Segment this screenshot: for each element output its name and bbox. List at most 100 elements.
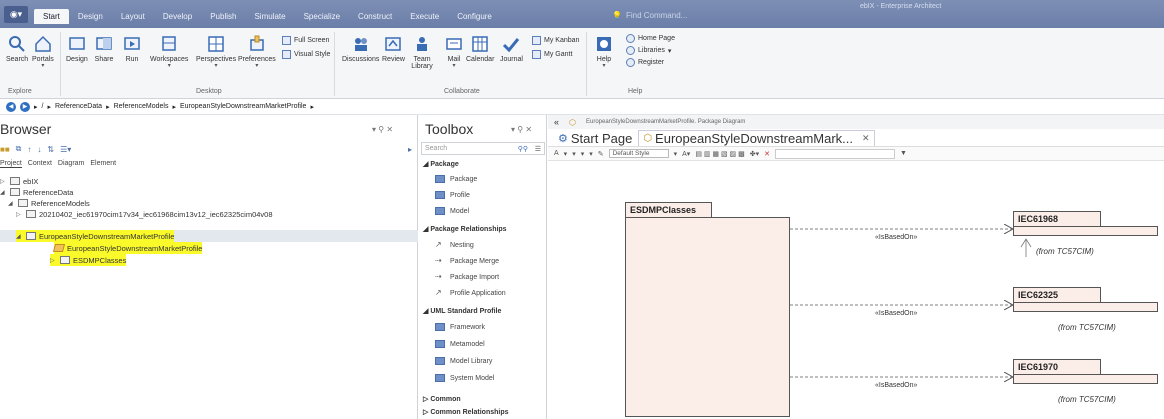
forward-icon[interactable]: ▶	[20, 101, 30, 112]
design-button[interactable]: Design	[66, 34, 88, 63]
menu-icon[interactable]: ☰▾	[60, 145, 71, 154]
calendar-button[interactable]: Calendar	[466, 34, 494, 63]
run-button[interactable]: Run	[122, 34, 142, 63]
iec61970-package[interactable]	[1013, 374, 1158, 384]
breadcrumb-item[interactable]: EuropeanStyleDownstreamMarketProfile	[180, 103, 306, 110]
menu-icon[interactable]: ☰	[535, 145, 541, 153]
app-menu-button[interactable]: ◉▾	[4, 6, 28, 23]
tab-diagram[interactable]: Diagram	[58, 160, 84, 168]
filter-input[interactable]	[775, 148, 895, 159]
tree-item[interactable]: ▷ ESDMPClasses	[50, 254, 127, 266]
toolbox-item-nesting[interactable]: ↗ Nesting	[435, 240, 474, 250]
play-icon[interactable]: ▸	[408, 145, 412, 154]
move-down-icon[interactable]: ↓	[37, 145, 41, 154]
my-kanban-button[interactable]: My Kanban	[532, 36, 579, 45]
register-button[interactable]: Register	[626, 58, 664, 67]
tab-simulate[interactable]: Simulate	[245, 9, 294, 24]
align-icon[interactable]: ▤ ▥ ▦ ▧ ▨ ▩	[695, 150, 744, 158]
layout-icon[interactable]: ✤▾	[750, 150, 759, 158]
tree-item[interactable]: ▷ 20210402_iec61970cim17v34_iec61968cim1…	[16, 208, 273, 220]
close-icon[interactable]: ✕	[862, 133, 870, 144]
toolbox-item-metamodel[interactable]: Metamodel	[435, 340, 485, 348]
workspaces-button[interactable]: Workspaces ▾	[150, 34, 188, 69]
tab-develop[interactable]: Develop	[154, 9, 201, 24]
team-library-button[interactable]: Team Library	[410, 34, 434, 70]
back-icon[interactable]: ◀	[6, 101, 16, 112]
portals-button[interactable]: Portals ▾	[32, 34, 54, 69]
review-button[interactable]: Review	[382, 34, 405, 63]
toolbox-item-framework[interactable]: Framework	[435, 323, 485, 331]
share-button[interactable]: Share	[94, 34, 114, 63]
preferences-button[interactable]: Preferences ▾	[238, 34, 276, 69]
browser-pane-controls[interactable]: ▾ ⚲ ✕	[372, 125, 393, 134]
find-command[interactable]: 💡 Find Command...	[612, 11, 687, 20]
tree-item-selected[interactable]: ◢ EuropeanStyleDownstreamMarketProfile	[16, 230, 175, 242]
toolbox-section-package[interactable]: ◢ Package	[423, 160, 459, 168]
toolbox-item-profile[interactable]: Profile	[435, 191, 470, 199]
tab-start-page[interactable]: ⚙ Start Page	[554, 131, 636, 146]
breadcrumb-item[interactable]: ReferenceModels	[114, 103, 169, 110]
tab-diagram[interactable]: ⬡ EuropeanStyleDownstreamMark... ✕	[638, 130, 875, 146]
toolbox-item-package-import[interactable]: ⇢ Package Import	[435, 272, 499, 282]
line-width-icon[interactable]: ▾	[581, 150, 585, 158]
search-button[interactable]: Search	[6, 34, 28, 63]
search-icon[interactable]: ⚲⚲	[518, 145, 528, 153]
tab-execute[interactable]: Execute	[401, 9, 448, 24]
discussions-button[interactable]: Discussions	[342, 34, 379, 63]
toolbox-item-system-model[interactable]: System Model	[435, 374, 494, 382]
journal-button[interactable]: Journal	[500, 34, 523, 63]
home-page-button[interactable]: Home Page	[626, 34, 675, 43]
toolbox-section-common[interactable]: ▷ Common	[423, 395, 461, 403]
toolbox-item-package-merge[interactable]: ⇢ Package Merge	[435, 256, 499, 266]
toolbox-section-package-relationships[interactable]: ◢ Package Relationships	[423, 225, 507, 233]
new-diagram-icon[interactable]: ⧉	[16, 144, 22, 154]
collapse-icon[interactable]: ◢	[8, 200, 15, 207]
tab-configure[interactable]: Configure	[448, 9, 501, 24]
tab-element[interactable]: Element	[90, 160, 116, 168]
my-gantt-button[interactable]: My Gantt	[532, 50, 572, 59]
format-painter-icon[interactable]: ✎	[598, 150, 604, 158]
delete-icon[interactable]: ✕	[764, 150, 770, 158]
tab-context[interactable]: Context	[28, 160, 52, 168]
collapse-icon[interactable]: ◢	[0, 189, 7, 196]
tab-start[interactable]: Start	[34, 9, 69, 24]
toolbox-section-common-relationships[interactable]: ▷ Common Relationships	[423, 408, 509, 416]
move-up-icon[interactable]: ↑	[27, 145, 31, 154]
tab-layout[interactable]: Layout	[112, 9, 154, 24]
toolbox-item-model-library[interactable]: Model Library	[435, 357, 492, 365]
perspectives-button[interactable]: Perspectives ▾	[196, 34, 236, 69]
font-icon[interactable]: A	[554, 150, 559, 157]
full-screen-button[interactable]: Full Screen	[282, 36, 329, 45]
expand-icon[interactable]: ▷	[0, 178, 7, 185]
iec62325-package[interactable]	[1013, 302, 1158, 312]
iec61968-package[interactable]	[1013, 226, 1158, 236]
toolbox-search-input[interactable]: Search ⚲⚲ ☰	[421, 142, 545, 155]
esdmpclasses-package[interactable]	[625, 217, 790, 417]
tab-design[interactable]: Design	[69, 9, 112, 24]
toolbox-item-profile-application[interactable]: ↗ Profile Application	[435, 288, 506, 298]
tab-project[interactable]: Project	[0, 160, 22, 168]
toolbox-item-model[interactable]: Model	[435, 207, 469, 215]
line-style-icon[interactable]: ▾	[589, 150, 593, 158]
libraries-button[interactable]: Libraries ▾	[626, 46, 671, 55]
tab-specialize[interactable]: Specialize	[295, 9, 349, 24]
text-format-icon[interactable]: A▾	[682, 150, 690, 158]
new-package-icon[interactable]: ■■	[0, 145, 10, 154]
collapse-icon[interactable]: ◢	[16, 233, 23, 240]
toolbox-item-package[interactable]: Package	[435, 175, 477, 183]
toolbox-section-uml-standard-profile[interactable]: ◢ UML Standard Profile	[423, 307, 501, 315]
toolbox-pane-controls[interactable]: ▾ ⚲ ✕	[511, 125, 532, 134]
collapse-panel-icon[interactable]: «	[554, 117, 559, 127]
visual-style-button[interactable]: Visual Style	[282, 50, 330, 59]
tab-construct[interactable]: Construct	[349, 9, 401, 24]
tree-item[interactable]: EuropeanStyleDownstreamMarketProfile	[52, 242, 203, 254]
filter-icon[interactable]: ▼	[900, 150, 907, 157]
tab-publish[interactable]: Publish	[201, 9, 245, 24]
breadcrumb-item[interactable]: ReferenceData	[55, 103, 102, 110]
fill-color-icon[interactable]: ▾	[564, 150, 568, 158]
help-button[interactable]: Help ▾	[594, 34, 614, 69]
diagram-canvas[interactable]: ESDMPClasses IEC61968 (from TC57CIM) IEC…	[548, 161, 1164, 419]
sort-icon[interactable]: ⇅	[47, 145, 54, 154]
expand-icon[interactable]: ▷	[50, 257, 57, 264]
style-select[interactable]: Default Style	[608, 149, 669, 158]
